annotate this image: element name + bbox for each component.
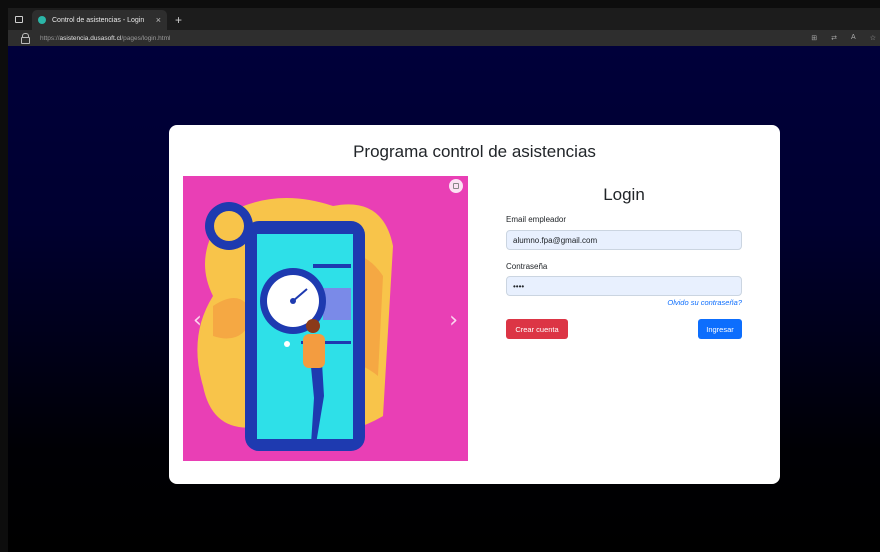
url-prefix: https:// — [40, 34, 60, 42]
browser-window: Control de asistencias - Login × + https… — [0, 0, 880, 552]
lock-icon[interactable] — [20, 33, 30, 44]
new-tab-icon[interactable]: + — [175, 10, 182, 30]
window-menu-icon[interactable] — [8, 8, 30, 30]
url-text[interactable]: https://asistencia.dusasoft.cl/pages/log… — [40, 35, 170, 42]
email-field[interactable]: alumno.fpa@gmail.com — [506, 230, 742, 250]
address-bar[interactable]: https://asistencia.dusasoft.cl/pages/log… — [8, 30, 880, 46]
create-account-button[interactable]: Crear cuenta — [506, 319, 568, 339]
login-card: Programa control de asistencias ‹ › Logi… — [169, 125, 780, 484]
translate-icon[interactable]: ⇄ — [831, 34, 837, 42]
page-viewport: Programa control de asistencias ‹ › Logi… — [8, 46, 880, 552]
tab-strip: Control de asistencias - Login × + — [8, 8, 880, 30]
password-label: Contraseña — [506, 262, 548, 271]
login-button[interactable]: Ingresar — [698, 319, 742, 339]
url-host: asistencia.dusasoft.cl — [59, 34, 122, 42]
page-title: Programa control de asistencias — [353, 142, 596, 161]
reader-view-icon[interactable]: ⊞ — [811, 34, 817, 42]
tab-title: Control de asistencias - Login — [52, 16, 145, 24]
password-field[interactable]: •••• — [506, 276, 742, 296]
login-heading: Login — [603, 185, 645, 204]
image-carousel: ‹ › — [183, 176, 468, 461]
favorite-icon[interactable]: ☆ — [870, 34, 876, 42]
carousel-prev-icon[interactable]: ‹ — [193, 308, 202, 333]
carousel-illustration — [197, 198, 393, 451]
site-favicon-icon — [38, 16, 46, 24]
forgot-password-link[interactable]: Olvido su contraseña? — [667, 298, 742, 307]
image-zoom-icon[interactable] — [449, 179, 463, 193]
tab-close-icon[interactable]: × — [156, 15, 161, 25]
tab-active[interactable]: Control de asistencias - Login × — [32, 10, 167, 30]
read-aloud-icon[interactable]: A — [851, 34, 856, 42]
carousel-next-icon[interactable]: › — [449, 308, 458, 333]
email-label: Email empleador — [506, 215, 567, 224]
url-path: /pages/login.html — [121, 34, 171, 42]
